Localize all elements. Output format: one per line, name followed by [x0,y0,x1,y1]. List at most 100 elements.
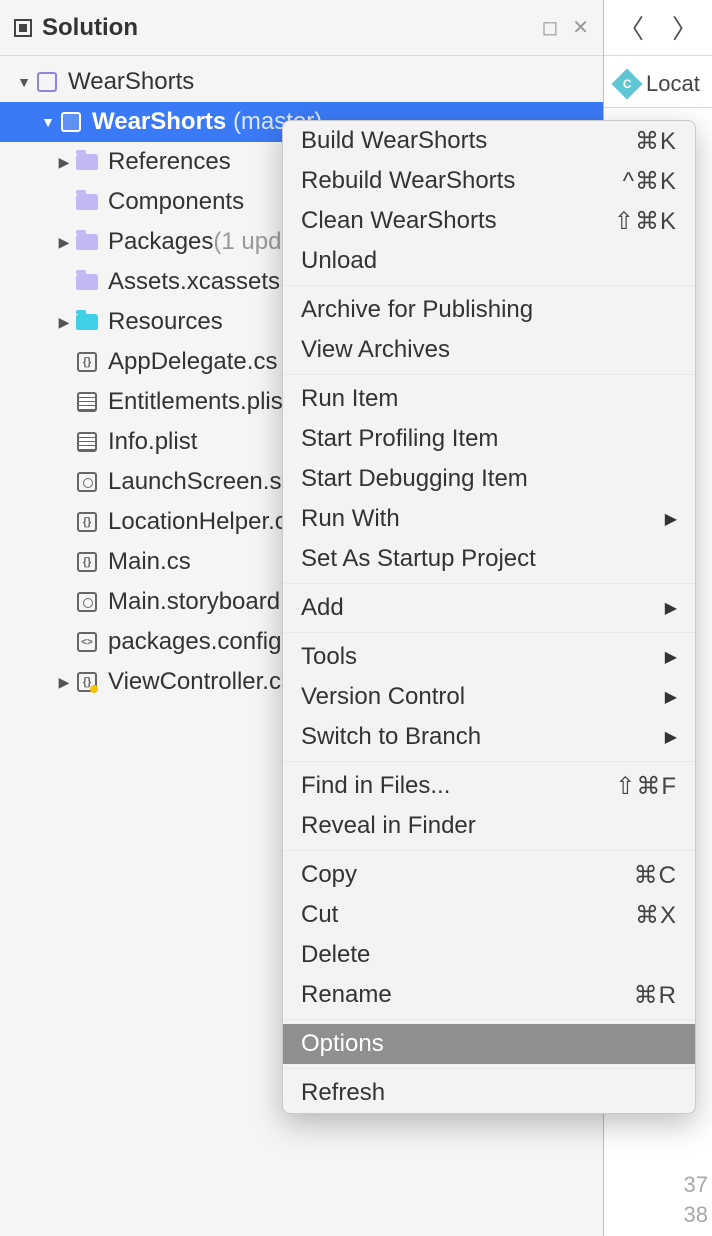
menu-separator [283,761,695,762]
csharp-file-icon: {} [77,512,97,532]
menu-item[interactable]: Archive for Publishing [283,290,695,330]
menu-item-label: Reveal in Finder [301,812,677,840]
shortcut-label: ⌘K [635,127,677,156]
menu-item[interactable]: Refresh [283,1073,695,1113]
menu-item-label: Run Item [301,385,677,413]
menu-item[interactable]: Clean WearShorts⇧⌘K [283,201,695,241]
menu-item-label: Cut [301,901,635,929]
menu-item-label: Start Debugging Item [301,465,677,493]
menu-item[interactable]: Copy⌘C [283,855,695,895]
folder-icon [76,194,98,210]
tree-item-label: Main.storyboard [108,588,280,616]
nav-arrows: 〈 〉 [604,0,712,56]
chevron-right-icon: ▶ [665,647,677,667]
menu-item[interactable]: Rebuild WearShorts^⌘K [283,161,695,201]
menu-item-label: Switch to Branch [301,723,665,751]
panel-title: Solution [42,14,542,42]
solution-pad-icon [14,19,32,37]
chevron-right-icon: ▶ [665,727,677,747]
menu-item-label: Clean WearShorts [301,207,614,235]
menu-item[interactable]: Run Item [283,379,695,419]
menu-item[interactable]: Run With▶ [283,499,695,539]
menu-item-label: Add [301,594,665,622]
tree-item-label: Entitlements.plist [108,388,289,416]
menu-item-label: Copy [301,861,634,889]
menu-item-label: View Archives [301,336,677,364]
menu-item[interactable]: Find in Files...⇧⌘F [283,766,695,806]
menu-separator [283,1068,695,1069]
tree-item-label: WearShorts [68,68,194,96]
menu-item[interactable]: Rename⌘R [283,975,695,1015]
tree-item-label: Info.plist [108,428,197,456]
menu-item-label: Rename [301,981,634,1009]
shortcut-label: ⇧⌘K [614,207,677,236]
line-number: 37 [680,1170,708,1200]
dock-icon[interactable]: ◻ [542,15,559,40]
line-gutter: 37 38 [680,1170,712,1230]
menu-item-label: Refresh [301,1079,677,1107]
menu-item[interactable]: View Archives [283,330,695,370]
menu-item[interactable]: Reveal in Finder [283,806,695,846]
close-icon[interactable]: ✕ [572,15,589,40]
menu-item[interactable]: Add▶ [283,588,695,628]
chevron-right-icon[interactable]: ▶ [56,234,72,251]
menu-item-label: Run With [301,505,665,533]
shortcut-label: ^⌘K [623,167,677,196]
menu-item[interactable]: Unload [283,241,695,281]
tree-item-label: Main.cs [108,548,191,576]
menu-item-label: Rebuild WearShorts [301,167,623,195]
menu-item[interactable]: Set As Startup Project [283,539,695,579]
tree-item-label: Resources [108,308,223,336]
menu-item[interactable]: Start Debugging Item [283,459,695,499]
menu-item[interactable]: Switch to Branch▶ [283,717,695,757]
tab-label: Locat [646,71,700,97]
chevron-right-icon: ▶ [665,598,677,618]
menu-item[interactable]: Delete [283,935,695,975]
chevron-right-icon[interactable]: ▶ [56,674,72,691]
chevron-right-icon: ▶ [665,687,677,707]
csharp-file-icon: {} [77,552,97,572]
menu-item-label: Set As Startup Project [301,545,677,573]
tree-item-label: Assets.xcassets [108,268,280,296]
menu-separator [283,285,695,286]
menu-item-label: Start Profiling Item [301,425,677,453]
chevron-right-icon[interactable]: ▶ [56,314,72,331]
shortcut-label: ⌘R [634,981,677,1010]
menu-item-label: Options [301,1030,677,1058]
storyboard-file-icon [77,472,97,492]
tree-item-label: LocationHelper.cs [108,508,299,536]
status-dot-icon [90,685,98,693]
folder-icon [76,274,98,290]
folder-icon [76,234,98,250]
editor-tab[interactable]: C Locat [604,60,712,108]
menu-item-label: Archive for Publishing [301,296,677,324]
menu-item[interactable]: Start Profiling Item [283,419,695,459]
menu-item-label: Version Control [301,683,665,711]
chevron-down-icon[interactable]: ▼ [40,114,56,130]
menu-separator [283,583,695,584]
menu-item[interactable]: Build WearShorts⌘K [283,121,695,161]
chevron-down-icon[interactable]: ▼ [16,74,32,90]
csharp-file-icon: {} [77,352,97,372]
storyboard-file-icon [77,592,97,612]
tree-item-label: WearShorts [92,108,226,136]
xml-file-icon: <> [77,632,97,652]
tree-root[interactable]: ▼ WearShorts [0,62,603,102]
project-icon [61,112,81,132]
menu-item[interactable]: Options [283,1024,695,1064]
shortcut-label: ⇧⌘F [615,772,677,801]
tree-item-label: Components [108,188,244,216]
shortcut-label: ⌘C [634,861,677,890]
folder-icon [76,154,98,170]
menu-item[interactable]: Cut⌘X [283,895,695,935]
context-menu[interactable]: Build WearShorts⌘KRebuild WearShorts^⌘KC… [282,120,696,1114]
nav-forward-icon[interactable]: 〉 [672,9,698,46]
menu-item[interactable]: Tools▶ [283,637,695,677]
tree-item-label: packages.config [108,628,281,656]
menu-item[interactable]: Version Control▶ [283,677,695,717]
plist-file-icon [77,432,97,452]
menu-separator [283,374,695,375]
chevron-right-icon[interactable]: ▶ [56,154,72,171]
nav-back-icon[interactable]: 〈 [618,9,644,46]
solution-icon [37,72,57,92]
